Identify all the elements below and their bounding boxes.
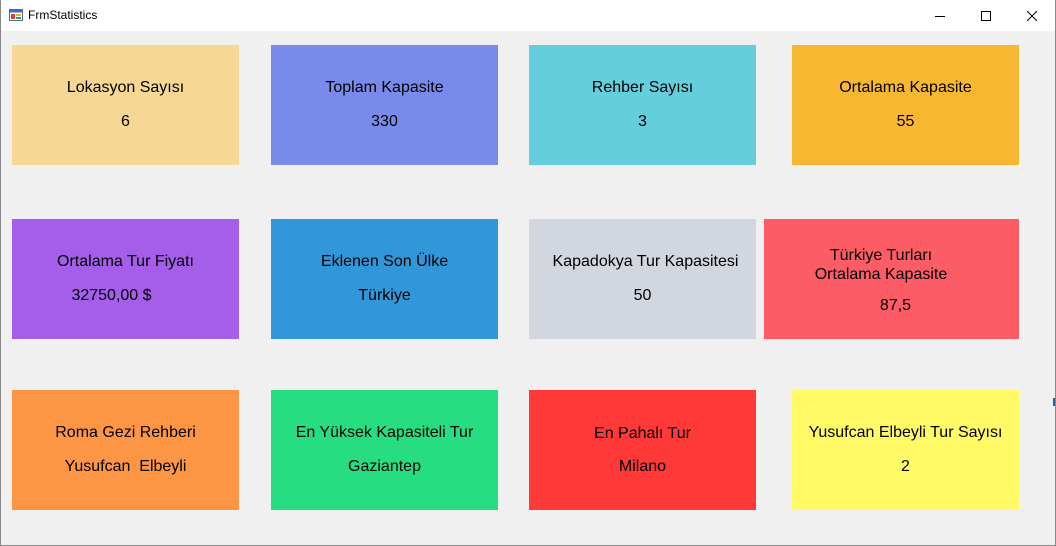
yusufcan-elbeyli-tur-sayisi-card: Yusufcan Elbeyli Tur Sayısı 2 (792, 390, 1019, 510)
rehber-sayisi-card: Rehber Sayısı 3 (529, 45, 756, 165)
ortalama-kapasite-card: Ortalama Kapasite 55 (792, 45, 1019, 165)
close-button[interactable] (1009, 0, 1055, 31)
minimize-button[interactable] (917, 0, 963, 31)
en-pahali-tur-label: En Pahalı Tur (594, 425, 691, 442)
eklenen-son-ulke-value: Türkiye (358, 287, 411, 304)
yusufcan-elbeyli-tur-sayisi-value: 2 (901, 458, 910, 475)
statistics-window: FrmStatistics Lokasyon Sayısı 6 Toplam K… (0, 0, 1056, 546)
lokasyon-sayisi-value: 6 (121, 113, 130, 130)
roma-gezi-rehberi-value: Yusufcan Elbeyli (64, 458, 187, 475)
toplam-kapasite-card: Toplam Kapasite 330 (271, 45, 498, 165)
en-pahali-tur-card: En Pahalı Tur Milano (529, 390, 756, 510)
app-icon (9, 8, 23, 22)
en-yuksek-kapasiteli-tur-value: Gaziantep (348, 458, 421, 475)
maximize-icon (981, 10, 991, 21)
ortalama-tur-fiyati-value: 32750,00 $ (71, 287, 152, 304)
maximize-button[interactable] (963, 0, 1009, 31)
title-bar[interactable]: FrmStatistics (1, 0, 1055, 31)
turkiye-turlari-ortalama-kapasite-value: 87,5 (879, 297, 912, 314)
toplam-kapasite-value: 330 (371, 113, 398, 130)
close-icon (1027, 10, 1037, 21)
rehber-sayisi-label: Rehber Sayısı (591, 79, 694, 96)
toplam-kapasite-label: Toplam Kapasite (325, 79, 444, 96)
ortalama-tur-fiyati-label: Ortalama Tur Fiyatı (57, 253, 194, 270)
eklenen-son-ulke-card: Eklenen Son Ülke Türkiye (271, 219, 498, 339)
yusufcan-elbeyli-tur-sayisi-label: Yusufcan Elbeyli Tur Sayısı (808, 424, 1003, 441)
window-edge-marker (1053, 398, 1055, 406)
kapadokya-tur-kapasitesi-card: Kapadokya Tur Kapasitesi 50 (529, 219, 756, 339)
turkiye-turlari-ortalama-kapasite-card: Türkiye Turları Ortalama Kapasite 87,5 (764, 219, 1019, 339)
ortalama-kapasite-label: Ortalama Kapasite (839, 79, 972, 96)
roma-gezi-rehberi-label: Roma Gezi Rehberi (55, 424, 196, 441)
lokasyon-sayisi-label: Lokasyon Sayısı (66, 79, 185, 96)
turkiye-turlari-ortalama-kapasite-label: Türkiye Turları Ortalama Kapasite (814, 247, 948, 283)
window-title: FrmStatistics (28, 8, 98, 22)
minimize-icon (935, 15, 945, 17)
lokasyon-sayisi-card: Lokasyon Sayısı 6 (12, 45, 239, 165)
eklenen-son-ulke-label: Eklenen Son Ülke (320, 253, 449, 270)
en-yuksek-kapasiteli-tur-label: En Yüksek Kapasiteli Tur (295, 424, 474, 441)
rehber-sayisi-value: 3 (638, 113, 647, 130)
en-pahali-tur-value: Milano (618, 458, 667, 475)
ortalama-tur-fiyati-card: Ortalama Tur Fiyatı 32750,00 $ (12, 219, 239, 339)
kapadokya-tur-kapasitesi-value: 50 (633, 287, 652, 304)
en-yuksek-kapasiteli-tur-card: En Yüksek Kapasiteli Tur Gaziantep (271, 390, 498, 510)
kapadokya-tur-kapasitesi-label: Kapadokya Tur Kapasitesi (552, 253, 739, 270)
roma-gezi-rehberi-card: Roma Gezi Rehberi Yusufcan Elbeyli (12, 390, 239, 510)
ortalama-kapasite-value: 55 (896, 113, 915, 130)
